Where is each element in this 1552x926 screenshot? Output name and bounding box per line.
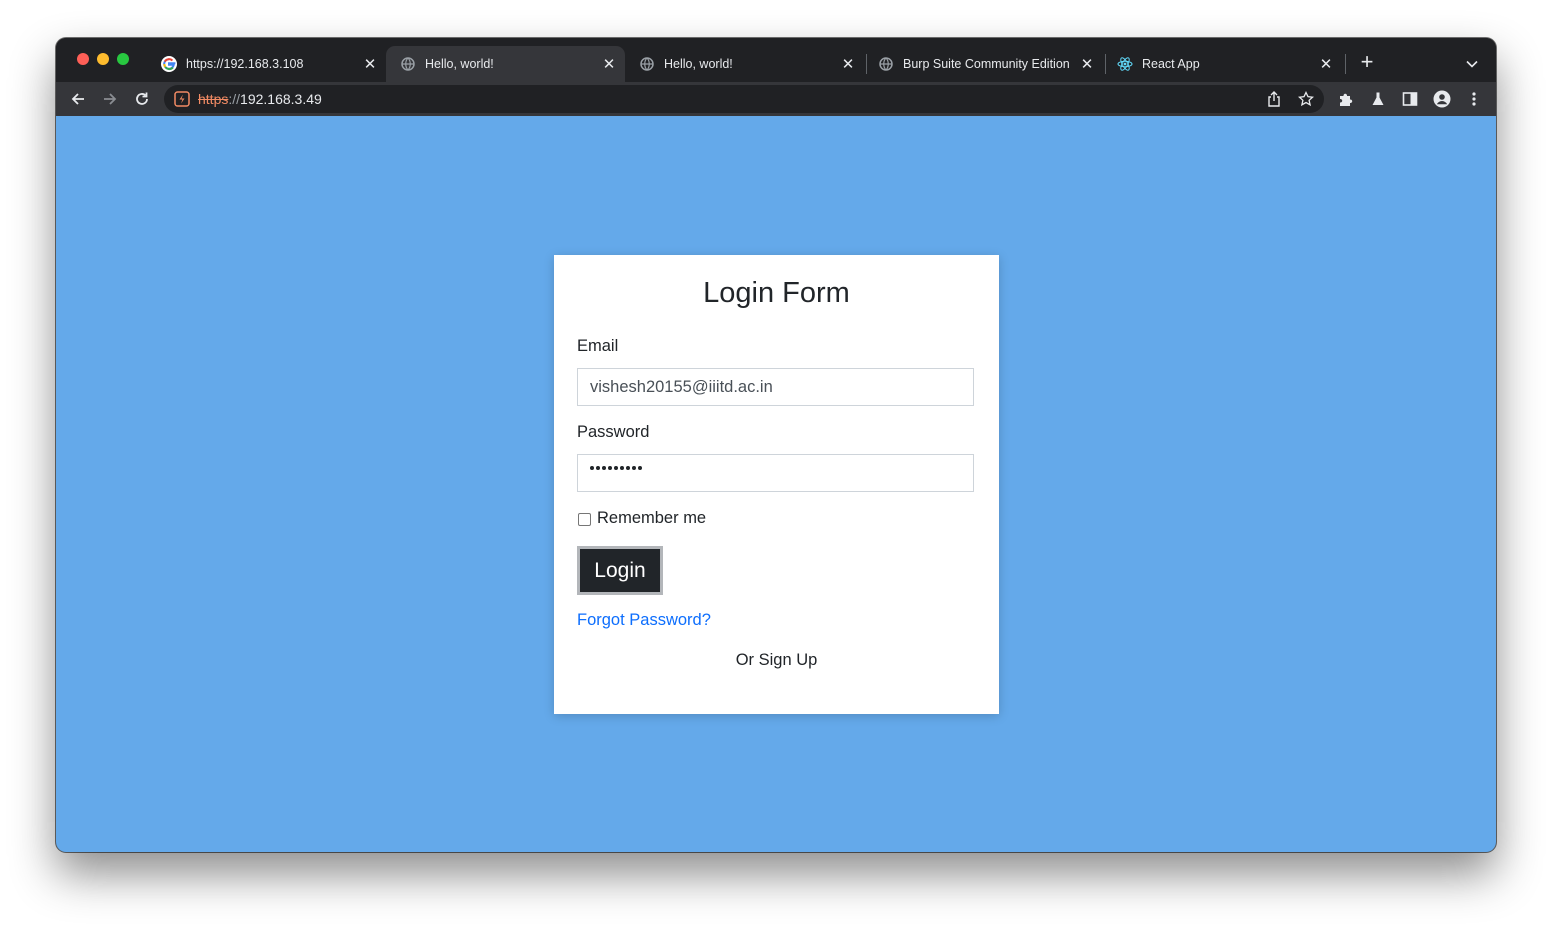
close-icon[interactable]: ✕: [360, 54, 380, 74]
tab-3[interactable]: Hello, world! ✕: [625, 46, 864, 82]
zoom-window-button[interactable]: [117, 53, 129, 65]
forgot-password-link[interactable]: Forgot Password?: [577, 611, 711, 630]
more-menu-icon[interactable]: [1464, 89, 1484, 109]
form-title: Login Form: [703, 277, 850, 309]
password-field[interactable]: [577, 454, 974, 492]
password-dot: [620, 466, 624, 470]
url-host: 192.168.3.49: [240, 91, 322, 107]
tab-2[interactable]: Hello, world! ✕: [386, 46, 625, 82]
browser-window: https://192.168.3.108 ✕ Hello, world! ✕ …: [56, 38, 1496, 852]
email-field[interactable]: [577, 368, 974, 406]
tab-title: https://192.168.3.108: [186, 57, 304, 71]
new-tab-button[interactable]: +: [1356, 51, 1378, 74]
url-separator: ://: [228, 91, 241, 107]
bookmark-star-icon[interactable]: [1296, 89, 1316, 109]
password-dot: [626, 466, 630, 470]
login-card: Login Form Email Password Remember me Lo…: [554, 255, 999, 714]
password-dot: [596, 466, 600, 470]
close-icon[interactable]: ✕: [838, 54, 858, 74]
password-dot: [608, 466, 612, 470]
tab-separator: [1345, 54, 1346, 74]
password-mask: [590, 466, 642, 470]
profile-avatar-icon[interactable]: [1432, 89, 1452, 109]
email-label: Email: [577, 337, 619, 355]
back-arrow-icon[interactable]: [66, 87, 90, 111]
tab-4[interactable]: Burp Suite Community Edition ✕: [864, 46, 1103, 82]
google-icon: [161, 56, 177, 72]
password-dot: [602, 466, 606, 470]
close-window-button[interactable]: [77, 53, 89, 65]
address-bar[interactable]: https://192.168.3.49: [164, 85, 1324, 113]
minimize-window-button[interactable]: [97, 53, 109, 65]
tab-5[interactable]: React App ✕: [1103, 46, 1342, 82]
extensions-puzzle-icon[interactable]: [1336, 89, 1356, 109]
sign-up-link[interactable]: Or Sign Up: [554, 651, 999, 670]
tab-strip: https://192.168.3.108 ✕ Hello, world! ✕ …: [56, 38, 1496, 82]
password-dot: [614, 466, 618, 470]
tab-title: Hello, world!: [425, 57, 494, 71]
side-panel-icon[interactable]: [1400, 89, 1420, 109]
tab-title: Burp Suite Community Edition: [903, 57, 1070, 71]
password-dot: [590, 466, 594, 470]
login-button[interactable]: Login: [577, 546, 663, 595]
tab-title: React App: [1142, 57, 1200, 71]
url-text: https://192.168.3.49: [198, 85, 322, 113]
reload-icon[interactable]: [130, 87, 154, 111]
page-content: Login Form Email Password Remember me Lo…: [56, 116, 1496, 852]
password-label: Password: [577, 423, 650, 441]
share-icon[interactable]: [1264, 89, 1284, 109]
close-icon[interactable]: ✕: [1316, 54, 1336, 74]
forward-arrow-icon[interactable]: [98, 87, 122, 111]
globe-icon: [639, 56, 655, 72]
close-icon[interactable]: ✕: [599, 54, 619, 74]
tab-title: Hello, world!: [664, 57, 733, 71]
not-secure-warning-icon[interactable]: [174, 91, 190, 107]
tab-1[interactable]: https://192.168.3.108 ✕: [147, 46, 386, 82]
remember-me-label: Remember me: [597, 509, 707, 527]
globe-icon: [400, 56, 416, 72]
remember-me-checkbox[interactable]: [578, 513, 591, 526]
globe-icon: [878, 56, 894, 72]
react-icon: [1117, 56, 1133, 72]
password-dot: [638, 466, 642, 470]
url-scheme: https: [198, 91, 229, 107]
browser-toolbar: https://192.168.3.49: [56, 82, 1496, 116]
labs-flask-icon[interactable]: [1368, 89, 1388, 109]
tab-search-chevron-icon[interactable]: [1462, 54, 1482, 74]
password-dot: [632, 466, 636, 470]
close-icon[interactable]: ✕: [1077, 54, 1097, 74]
